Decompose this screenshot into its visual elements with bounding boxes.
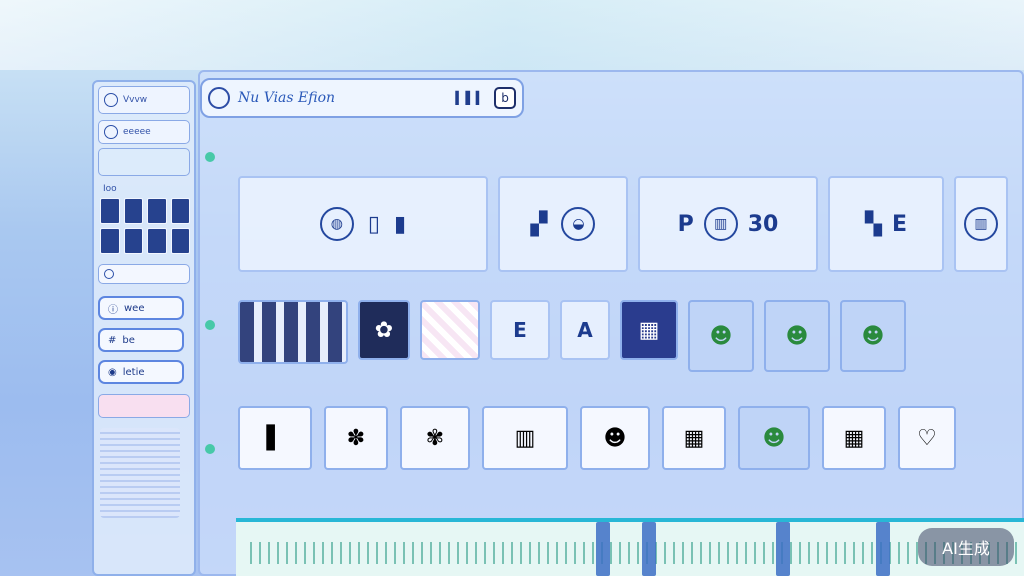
- card-thumbnail[interactable]: ☻: [580, 406, 650, 470]
- sidebar-search[interactable]: [98, 264, 190, 284]
- card-thumbnail[interactable]: ▦: [822, 406, 886, 470]
- sidebar-section-label: Ioo: [103, 184, 117, 194]
- grid-cell[interactable]: [170, 198, 190, 224]
- card-thumbnail[interactable]: ▥: [482, 406, 568, 470]
- pill-label: letie: [122, 366, 145, 378]
- grid-cell[interactable]: [100, 198, 120, 224]
- sidebar-section: Ioo: [98, 182, 190, 196]
- letter-icon-tile[interactable]: P ▥ 30: [638, 176, 818, 272]
- sidebar-profile[interactable]: eeeee: [98, 120, 190, 144]
- thumbnail-row-bottom: ▌ ✽ ✾ ▥ ☻ ▦ ☻ ▦ ♡: [238, 406, 956, 470]
- top-toolbar: Nu Vias Efion ▍▌▍ b: [200, 78, 524, 118]
- search-icon: [104, 269, 114, 279]
- character-thumbnail[interactable]: ☻: [840, 300, 906, 372]
- icon-row-top: ◍ ▯ ▮ ▞ ◒ P ▥ 30 ▚ E ▥: [238, 176, 1008, 272]
- sidebar-header-label: Vvvw: [123, 95, 148, 105]
- equalizer-icon[interactable]: ▍▌▍: [455, 91, 486, 105]
- tile-letter: P: [677, 211, 694, 237]
- hash-icon: #: [108, 334, 117, 346]
- store-icon: ▥: [964, 207, 998, 241]
- code-button-label: b: [501, 91, 509, 105]
- character-thumbnail[interactable]: ☻: [688, 300, 754, 372]
- shirt-icon: ▞: [530, 211, 548, 237]
- card-thumbnail[interactable]: ✾: [400, 406, 470, 470]
- grid-cell[interactable]: [123, 228, 143, 254]
- pill-label: wee: [124, 302, 145, 314]
- sidebar-pill-hash[interactable]: # be: [98, 328, 184, 352]
- status-dot: [205, 320, 215, 330]
- sidebar-pill-info[interactable]: ⓘ wee: [98, 296, 184, 320]
- tile-letter: E: [891, 211, 907, 237]
- grid-cell[interactable]: [147, 228, 167, 254]
- search-icon[interactable]: [208, 87, 230, 109]
- letter-tile[interactable]: E: [490, 300, 550, 360]
- striped-thumbnail[interactable]: [238, 300, 348, 364]
- card-thumbnail[interactable]: ✽: [324, 406, 388, 470]
- sidebar-pill-user[interactable]: ◉ letie: [98, 360, 184, 384]
- character-thumbnail[interactable]: ☻: [738, 406, 810, 470]
- sidebar-thumbnail-grid: [100, 198, 190, 254]
- status-dot: [205, 152, 215, 162]
- grid-cell[interactable]: [147, 198, 167, 224]
- location-icon: [104, 93, 118, 107]
- sidebar-header[interactable]: Vvvw: [98, 86, 190, 114]
- euro-icon-tile[interactable]: ▚ E: [828, 176, 944, 272]
- letter-tile[interactable]: A: [560, 300, 610, 360]
- pill-label: be: [122, 334, 135, 346]
- timeline-ticks: [250, 542, 1020, 564]
- chart-icon: ▚: [865, 211, 882, 237]
- tile-number: 30: [747, 211, 779, 237]
- info-icon: ⓘ: [108, 304, 118, 316]
- sidebar-palette[interactable]: [98, 394, 190, 418]
- photo-thumbnail[interactable]: ✿: [358, 300, 410, 360]
- timeline-marker[interactable]: [876, 522, 890, 576]
- code-button[interactable]: b: [494, 87, 516, 109]
- icon-group-tile[interactable]: ◍ ▯ ▮: [238, 176, 488, 272]
- sidebar-profile-label: eeeee: [123, 127, 151, 137]
- timeline-marker[interactable]: [596, 522, 610, 576]
- pattern-thumbnail[interactable]: [420, 300, 480, 360]
- status-dot: [205, 444, 215, 454]
- circle-icon: ◍: [319, 207, 354, 241]
- user-icon: ◉: [108, 366, 117, 378]
- store-icon-tile[interactable]: ▥: [954, 176, 1008, 272]
- app-title: Nu Vias Efion: [238, 90, 336, 106]
- card-thumbnail[interactable]: ▦: [662, 406, 726, 470]
- lock-icon: ▯: [367, 211, 380, 237]
- sidebar-notice: [98, 148, 190, 176]
- flag-icon: ▮: [394, 211, 407, 237]
- timeline-track[interactable]: [236, 518, 1024, 576]
- grid-cell[interactable]: [123, 198, 143, 224]
- timeline-marker[interactable]: [642, 522, 656, 576]
- tile-letter: A: [577, 318, 593, 342]
- character-thumbnail[interactable]: ☻: [764, 300, 830, 372]
- background-haze: [0, 0, 1024, 70]
- shirt-icon-tile[interactable]: ▞ ◒: [498, 176, 628, 272]
- left-sidebar: Vvvw eeeee Ioo ⓘ wee # be ◉ letie: [92, 80, 196, 576]
- tile-letter: E: [513, 318, 527, 342]
- timeline-marker[interactable]: [776, 522, 790, 576]
- thumbnail-row-middle: ✿ E A ▦ ☻ ☻ ☻: [238, 300, 906, 372]
- shop-icon: ▥: [703, 207, 738, 241]
- sidebar-sliders[interactable]: [100, 428, 180, 518]
- card-thumbnail[interactable]: ▌: [238, 406, 312, 470]
- pot-icon: ◒: [561, 207, 596, 241]
- grid-cell[interactable]: [100, 228, 120, 254]
- badge-label: AI生成: [942, 539, 990, 558]
- avatar-icon: [104, 125, 118, 139]
- card-thumbnail[interactable]: ♡: [898, 406, 956, 470]
- grid-cell[interactable]: [170, 228, 190, 254]
- ai-generated-badge: AI生成: [918, 528, 1014, 566]
- calendar-thumbnail[interactable]: ▦: [620, 300, 678, 360]
